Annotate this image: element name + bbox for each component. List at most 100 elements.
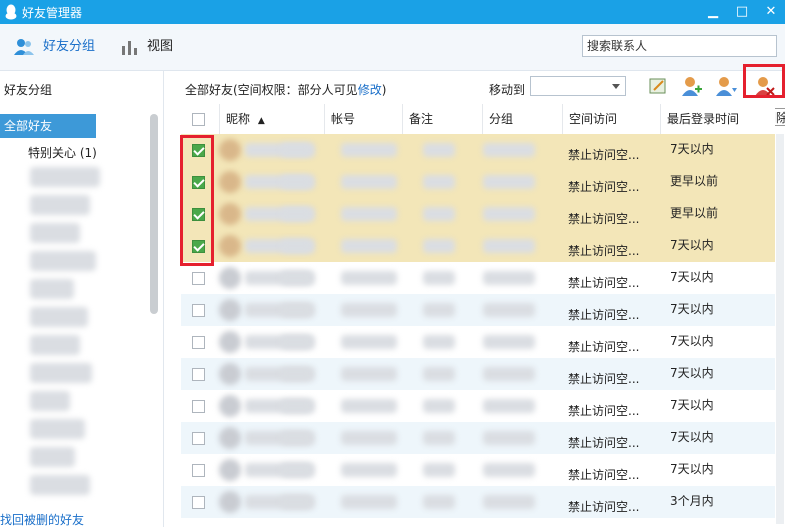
blurred-text <box>281 495 311 509</box>
table-row[interactable]: 禁止访问空... 3个月内 <box>181 486 775 518</box>
view-tab[interactable]: 视图 <box>121 24 181 70</box>
sidebar: 好友分组 全部好友 特别关心 (1) 找回被删的好友 <box>0 71 164 527</box>
main-panel: 全部好友(空间权限：部分人可见修改) 移动到 删除 昵称 ▲ 帐号 备注 分组 … <box>164 64 785 527</box>
close-button[interactable]: ✕ <box>757 0 785 24</box>
space-access-cell: 禁止访问空... <box>568 404 640 418</box>
blurred-group[interactable] <box>30 307 88 327</box>
find-deleted-friends-link[interactable]: 找回被删的好友 <box>0 511 84 528</box>
modify-link[interactable]: 修改 <box>358 83 382 97</box>
blurred-group[interactable] <box>30 223 80 243</box>
table-row[interactable]: 禁止访问空... 7天以内 <box>181 422 775 454</box>
blurred-group[interactable] <box>30 335 80 355</box>
column-header-account[interactable]: 帐号 <box>324 104 402 134</box>
space-access-cell: 禁止访问空... <box>568 468 640 482</box>
maximize-button[interactable]: □ <box>728 0 756 24</box>
sidebar-scrollbar[interactable] <box>150 114 158 314</box>
blurred-group[interactable] <box>30 391 70 411</box>
qq-penguin-icon <box>5 4 17 20</box>
column-header-nickname[interactable]: 昵称 ▲ <box>219 104 324 134</box>
column-header-group[interactable]: 分组 <box>482 104 562 134</box>
list-scrollbar[interactable] <box>776 134 784 524</box>
select-all-checkbox[interactable] <box>192 113 205 126</box>
space-access-cell: 禁止访问空... <box>568 180 640 194</box>
edit-note-icon[interactable] <box>646 74 670 98</box>
add-friend-icon[interactable] <box>679 74 703 98</box>
blurred-text <box>483 175 535 189</box>
table-row[interactable]: 禁止访问空... 7天以内 <box>181 358 775 390</box>
permission-info-suffix: ) <box>381 83 387 97</box>
blurred-text <box>281 207 311 221</box>
blurred-text <box>423 207 455 221</box>
blurred-group[interactable] <box>30 363 92 383</box>
last-login-cell: 更早以前 <box>670 174 719 188</box>
column-header-space-access[interactable]: 空间访问 <box>562 104 660 134</box>
row-checkbox[interactable] <box>192 464 205 477</box>
row-checkbox[interactable] <box>192 432 205 445</box>
friend-groups-label: 好友分组 <box>43 39 96 54</box>
blurred-text <box>483 207 535 221</box>
blurred-text <box>281 431 311 445</box>
move-friend-icon[interactable] <box>714 74 738 98</box>
blurred-group[interactable] <box>30 195 90 215</box>
blurred-text <box>341 143 397 157</box>
avatar <box>219 491 241 513</box>
sidebar-item-all-friends[interactable]: 全部好友 <box>0 114 96 138</box>
column-header-remark[interactable]: 备注 <box>402 104 482 134</box>
blurred-text <box>341 463 397 477</box>
search-input[interactable]: 搜索联系人 <box>582 35 777 57</box>
blurred-group[interactable] <box>30 167 100 187</box>
table-row[interactable]: 禁止访问空... 7天以内 <box>181 294 775 326</box>
blurred-text <box>341 335 397 349</box>
table-row[interactable]: 禁止访问空... 7天以内 <box>181 326 775 358</box>
blurred-text <box>423 495 455 509</box>
blurred-text <box>341 367 397 381</box>
blurred-text <box>341 271 397 285</box>
blurred-text <box>341 399 397 413</box>
space-access-cell: 禁止访问空... <box>568 500 640 514</box>
last-login-cell: 7天以内 <box>670 238 714 252</box>
last-login-cell: 7天以内 <box>670 462 714 476</box>
blurred-text <box>341 495 397 509</box>
friend-groups-tab[interactable]: 好友分组 <box>14 24 98 70</box>
blurred-group[interactable] <box>30 279 74 299</box>
table-row[interactable]: 禁止访问空... 7天以内 <box>181 230 775 262</box>
row-checkbox[interactable] <box>192 400 205 413</box>
move-to-dropdown[interactable] <box>530 76 626 96</box>
blurred-text <box>281 143 311 157</box>
avatar <box>219 395 241 417</box>
table-row[interactable]: 禁止访问空... 更早以前 <box>181 198 775 230</box>
space-access-cell: 禁止访问空... <box>568 276 640 290</box>
sidebar-header: 好友分组 <box>4 83 53 97</box>
row-checkbox[interactable] <box>192 368 205 381</box>
blurred-text <box>483 367 535 381</box>
row-checkbox[interactable] <box>192 496 205 509</box>
table-header: 昵称 ▲ 帐号 备注 分组 空间访问 最后登录时间 <box>181 104 775 135</box>
row-checkbox[interactable] <box>192 304 205 317</box>
table-row[interactable]: 禁止访问空... 7天以内 <box>181 390 775 422</box>
blurred-group[interactable] <box>30 447 75 467</box>
table-row[interactable]: 禁止访问空... 7天以内 <box>181 454 775 486</box>
blurred-group[interactable] <box>30 251 96 271</box>
column-header-last-login[interactable]: 最后登录时间 <box>660 104 775 134</box>
minimize-button[interactable]: ▁ <box>699 0 727 24</box>
table-row[interactable]: 禁止访问空... 7天以内 <box>181 262 775 294</box>
blurred-group[interactable] <box>30 475 90 495</box>
sidebar-item-special-care[interactable]: 特别关心 (1) <box>28 144 97 161</box>
blurred-text <box>281 271 311 285</box>
last-login-cell: 更早以前 <box>670 206 719 220</box>
table-row[interactable]: 禁止访问空... 更早以前 <box>181 166 775 198</box>
row-checkbox[interactable] <box>192 336 205 349</box>
table-row[interactable]: 禁止访问空... 7天以内 <box>181 134 775 166</box>
blurred-group[interactable] <box>30 419 85 439</box>
blurred-text <box>341 207 397 221</box>
avatar <box>219 331 241 353</box>
blurred-text <box>423 399 455 413</box>
row-checkbox[interactable] <box>192 272 205 285</box>
last-login-cell: 7天以内 <box>670 270 714 284</box>
permission-info-text: 全部好友(空间权限：部分人可见 <box>185 83 358 97</box>
space-access-cell: 禁止访问空... <box>568 244 640 258</box>
blurred-text <box>423 271 455 285</box>
last-login-cell: 7天以内 <box>670 398 714 412</box>
last-login-cell: 7天以内 <box>670 430 714 444</box>
avatar <box>219 267 241 289</box>
